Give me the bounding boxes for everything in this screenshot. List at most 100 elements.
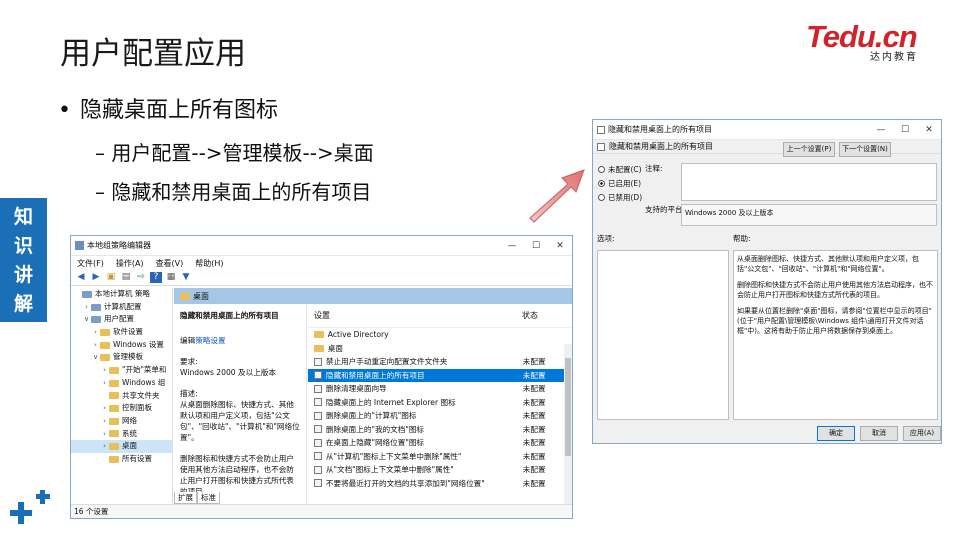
row-setting-name: 删除桌面上的"计算机"图标 [325, 411, 417, 421]
radio-disabled[interactable]: 已禁用(D) [598, 190, 642, 204]
desc-text-2: 删除图标和快捷方式不会防止用户使用其他方法启动程序，也不会防止用户打开图标和快捷… [180, 454, 294, 496]
tree-item[interactable]: › 控制面板 [71, 402, 172, 415]
tree-item[interactable]: › 网络 [71, 415, 172, 428]
row-setting-name: 禁止用户手动重定向配置文件文件夹 [325, 357, 448, 367]
apply-button[interactable]: 应用(A) [903, 426, 941, 441]
tree-item[interactable]: › "开始"菜单和 [71, 364, 172, 377]
menu-help[interactable]: 帮助(H) [195, 258, 223, 269]
chevron-right-icon[interactable]: › [91, 339, 100, 352]
table-row[interactable]: Active Directory [308, 328, 572, 342]
chevron-down-icon[interactable]: ∨ [82, 313, 91, 326]
menu-file[interactable]: 文件(F) [77, 258, 104, 269]
up-folder-icon[interactable]: ▣ [105, 272, 117, 283]
properties-icon[interactable]: ▦ [165, 272, 177, 283]
tree-item[interactable]: › Windows 组 [71, 377, 172, 390]
radio-enabled[interactable]: 已启用(E) [598, 176, 642, 190]
policy-setting-icon [314, 384, 322, 393]
menu-action[interactable]: 操作(A) [116, 258, 144, 269]
policy-setting-dialog: 隐藏和禁用桌面上的所有项目 — ☐ ✕ 隐藏和禁用桌面上的所有项目 上一个设置(… [592, 119, 942, 444]
chevron-right-icon[interactable]: › [100, 377, 109, 390]
chevron-right-icon[interactable]: › [82, 301, 91, 314]
table-row[interactable]: 删除桌面上的"我的文档"图标 未配置 [308, 423, 572, 437]
comment-textarea[interactable] [681, 163, 937, 201]
desc-text: 从桌面删除图标、快捷方式、其他默认项和用户定义项，包括"公文包"、"回收站"、"… [180, 400, 300, 442]
tree-item[interactable]: › 桌面 [71, 440, 172, 453]
tree-item[interactable]: 共享文件夹 [71, 390, 172, 403]
export-list-icon[interactable]: ⇨ [135, 272, 147, 283]
table-row[interactable]: 在桌面上隐藏"网络位置"图标 未配置 [308, 436, 572, 450]
row-setting-name: 隐藏和禁用桌面上的所有项目 [325, 370, 425, 380]
vertical-scrollbar[interactable] [564, 344, 572, 504]
scroll-thumb[interactable] [565, 358, 571, 456]
plus-decoration-icon [10, 488, 56, 532]
tab-standard[interactable]: 标准 [197, 492, 220, 504]
tree-item[interactable]: › 计算机配置 [71, 301, 172, 314]
chevron-right-icon[interactable]: › [100, 415, 109, 428]
table-row[interactable]: 从"文档"图标上下文菜单中删除"属性" 未配置 [308, 463, 572, 477]
minimize-icon[interactable]: — [869, 125, 893, 135]
table-row[interactable]: 隐藏和禁用桌面上的所有项目 未配置 [308, 368, 572, 382]
tree-item[interactable]: 本地计算机 策略 [71, 288, 172, 301]
platform-label: 支持的平台: [645, 205, 686, 214]
prev-setting-button[interactable]: 上一个设置(P) [783, 142, 835, 157]
help-icon[interactable]: ? [150, 272, 162, 283]
close-icon[interactable]: ✕ [548, 241, 572, 251]
ok-button[interactable]: 确定 [817, 426, 855, 441]
tree-item[interactable]: › 软件设置 [71, 326, 172, 339]
table-row[interactable]: 从"计算机"图标上下文菜单中删除"属性" 未配置 [308, 450, 572, 464]
folder-icon [100, 328, 110, 336]
chevron-down-icon[interactable]: ∨ [91, 351, 100, 364]
table-row[interactable]: 桌面 [308, 342, 572, 356]
edit-policy-link[interactable]: 策略设置 [195, 336, 225, 345]
tree-item[interactable]: ∨ 用户配置 [71, 313, 172, 326]
dialog-app-icon [597, 125, 605, 134]
col-state[interactable]: 状态 [522, 310, 538, 321]
side-tab-char: 解 [13, 293, 33, 315]
tree-item-label: 系统 [122, 428, 137, 438]
chevron-right-icon[interactable]: › [100, 428, 109, 441]
policy-setting-icon [314, 425, 322, 434]
tree-item[interactable]: ∨ 管理模板 [71, 351, 172, 364]
tree-item[interactable]: 所有设置 [71, 453, 172, 466]
tree-item[interactable]: › Windows 设置 [71, 339, 172, 352]
col-setting[interactable]: 设置 [308, 310, 522, 321]
extended-description: 隐藏和禁用桌面上的所有项目 编辑策略设置 要求: Windows 2000 及以… [174, 304, 307, 504]
table-row[interactable]: 删除桌面上的"计算机"图标 未配置 [308, 409, 572, 423]
table-row[interactable]: 不要将最近打开的文档的共享添加到"网络位置" 未配置 [308, 477, 572, 491]
folder-icon [91, 303, 101, 311]
table-row[interactable]: 删除清理桌面向导 未配置 [308, 382, 572, 396]
forward-arrow-icon[interactable]: ▶ [90, 272, 102, 283]
menu-view[interactable]: 查看(V) [156, 258, 184, 269]
tree-item-label: 桌面 [122, 441, 137, 451]
pane-title: 桌面 [193, 291, 209, 301]
cancel-button[interactable]: 取消 [860, 426, 898, 441]
bullet-main-text: 隐藏桌面上所有图标 [80, 98, 279, 123]
table-row[interactable]: 禁止用户手动重定向配置文件文件夹 未配置 [308, 355, 572, 369]
tab-extended[interactable]: 扩展 [174, 492, 197, 504]
minimize-icon[interactable]: — [500, 241, 524, 251]
chevron-right-icon[interactable]: › [100, 440, 109, 453]
maximize-icon[interactable]: ☐ [893, 125, 917, 135]
folder-icon [180, 292, 190, 300]
chevron-right-icon[interactable]: › [100, 364, 109, 377]
chevron-right-icon[interactable]: › [91, 326, 100, 339]
folder-icon [82, 290, 92, 298]
radio-not-configured[interactable]: 未配置(C) [598, 162, 642, 176]
tree-item-label: 软件设置 [113, 327, 143, 337]
back-arrow-icon[interactable]: ◀ [75, 272, 87, 283]
show-tree-icon[interactable]: ▤ [120, 272, 132, 283]
gpe-title: 本地组策略编辑器 [87, 241, 151, 250]
chevron-right-icon[interactable]: › [100, 402, 109, 415]
tree-item[interactable]: › 系统 [71, 428, 172, 441]
table-row[interactable]: 隐藏桌面上的 Internet Explorer 图标 未配置 [308, 396, 572, 410]
gpe-toolbar: ◀ ▶ ▣ ▤ ⇨ ? ▦ ▼ [71, 270, 572, 286]
close-icon[interactable]: ✕ [917, 125, 941, 135]
radio-icon [598, 165, 605, 173]
next-setting-button[interactable]: 下一个设置(N) [839, 142, 891, 157]
maximize-icon[interactable]: ☐ [524, 241, 548, 251]
radio-nc-label: 未配置(C) [608, 164, 642, 174]
filter-icon[interactable]: ▼ [180, 272, 192, 283]
folder-icon [100, 341, 110, 349]
status-bar: 16 个设置 [71, 504, 572, 518]
folder-icon [109, 405, 119, 413]
